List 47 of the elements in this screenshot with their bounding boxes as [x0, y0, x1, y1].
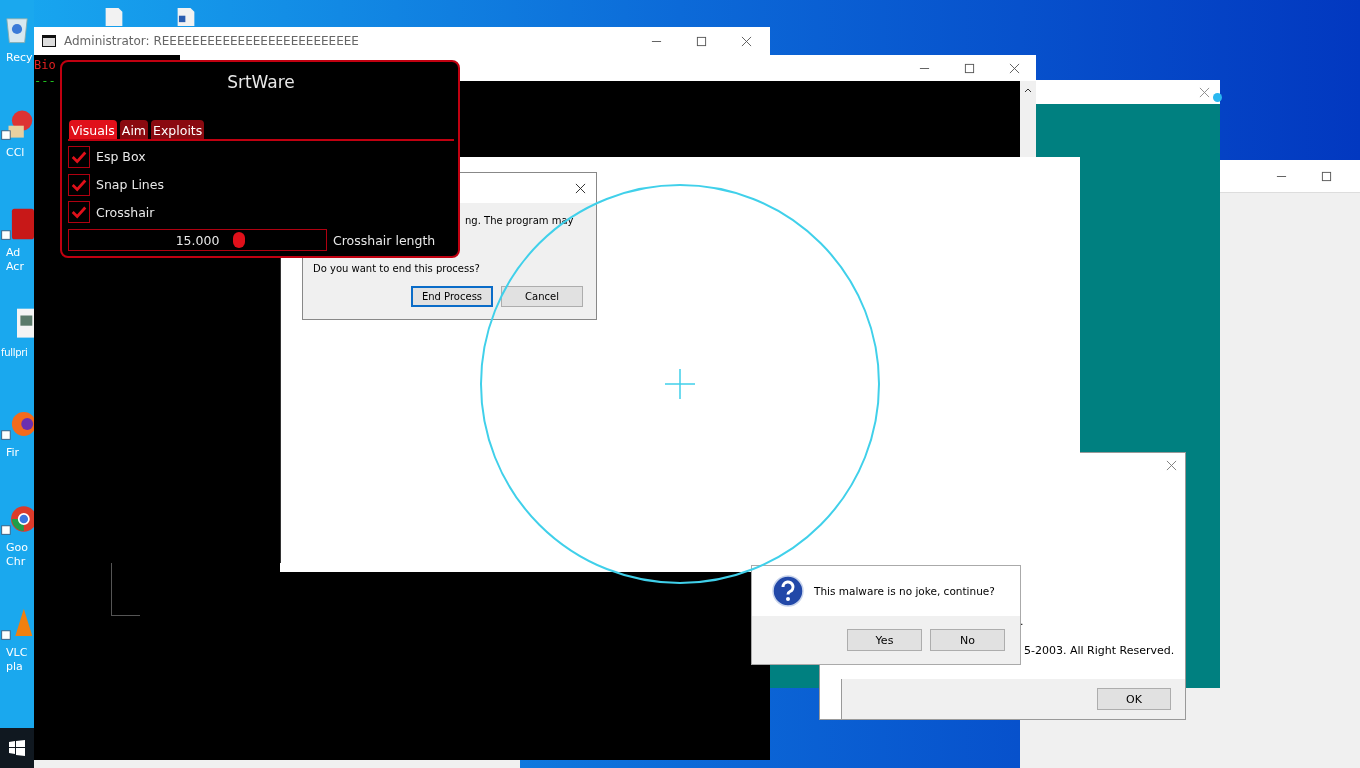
message-text: This malware is no joke, continue? — [814, 585, 995, 597]
console-text: --- — [34, 73, 56, 89]
question-icon — [772, 575, 804, 607]
icon-label: Fir — [5, 446, 20, 460]
dialog-question: Do you want to end this process? — [313, 263, 480, 274]
checkbox[interactable] — [68, 145, 90, 168]
option-label: Snap Lines — [96, 177, 164, 193]
console-text: Bio — [34, 57, 56, 73]
icon-label: fullpri — [0, 346, 28, 360]
menu-tab[interactable]: Visuals — [69, 120, 117, 139]
slider-thumb[interactable] — [232, 232, 245, 249]
dialog-button[interactable]: End Process — [411, 286, 493, 307]
ok-button[interactable]: OK — [1097, 688, 1171, 710]
window-title: Administrator: REEEEEEEEEEEEEEEEEEEEEEEEEE — [64, 34, 359, 48]
dialog-button[interactable]: Yes — [847, 629, 922, 651]
dialog-text: . — [1020, 615, 1024, 628]
icon-label: Goo — [5, 541, 28, 555]
panel-title: SrtWare — [226, 71, 296, 94]
slider-label: Crosshair length — [333, 232, 436, 248]
windows-start-icon[interactable] — [9, 740, 25, 756]
icon-label: Acr — [5, 260, 24, 274]
crosshair-icon — [664, 368, 696, 400]
icon-label: Recy — [5, 51, 33, 65]
cursor-dot — [1213, 93, 1222, 102]
maximize-icon[interactable] — [696, 35, 707, 47]
close-icon[interactable] — [1009, 62, 1020, 74]
checkbox[interactable] — [68, 173, 90, 196]
copyright-text: 5-2003. All Right Reserved. — [1024, 644, 1175, 657]
option-label: Crosshair — [96, 204, 155, 220]
icon-label: Chr — [5, 555, 26, 569]
maximize-icon[interactable] — [1321, 170, 1332, 182]
terminal-icon — [42, 35, 56, 47]
menu-tab[interactable]: Aim — [119, 120, 149, 139]
slider-track[interactable]: 15.000 — [68, 229, 327, 252]
dialog-button[interactable]: Cancel — [501, 286, 583, 307]
close-icon[interactable] — [741, 35, 752, 47]
close-icon[interactable] — [575, 182, 586, 194]
menu-tab[interactable]: Exploits — [151, 120, 205, 139]
dialog-button[interactable]: No — [930, 629, 1005, 651]
option-label: Esp Box — [96, 149, 146, 165]
icon-label: CCl — [5, 146, 25, 160]
slider-value: 15.000 — [175, 232, 220, 248]
icon-label: pla — [5, 660, 23, 674]
icon-label: Ad — [5, 246, 21, 260]
maximize-icon[interactable] — [964, 62, 975, 74]
checkbox[interactable] — [68, 201, 90, 224]
icon-label: VLC — [5, 646, 28, 660]
